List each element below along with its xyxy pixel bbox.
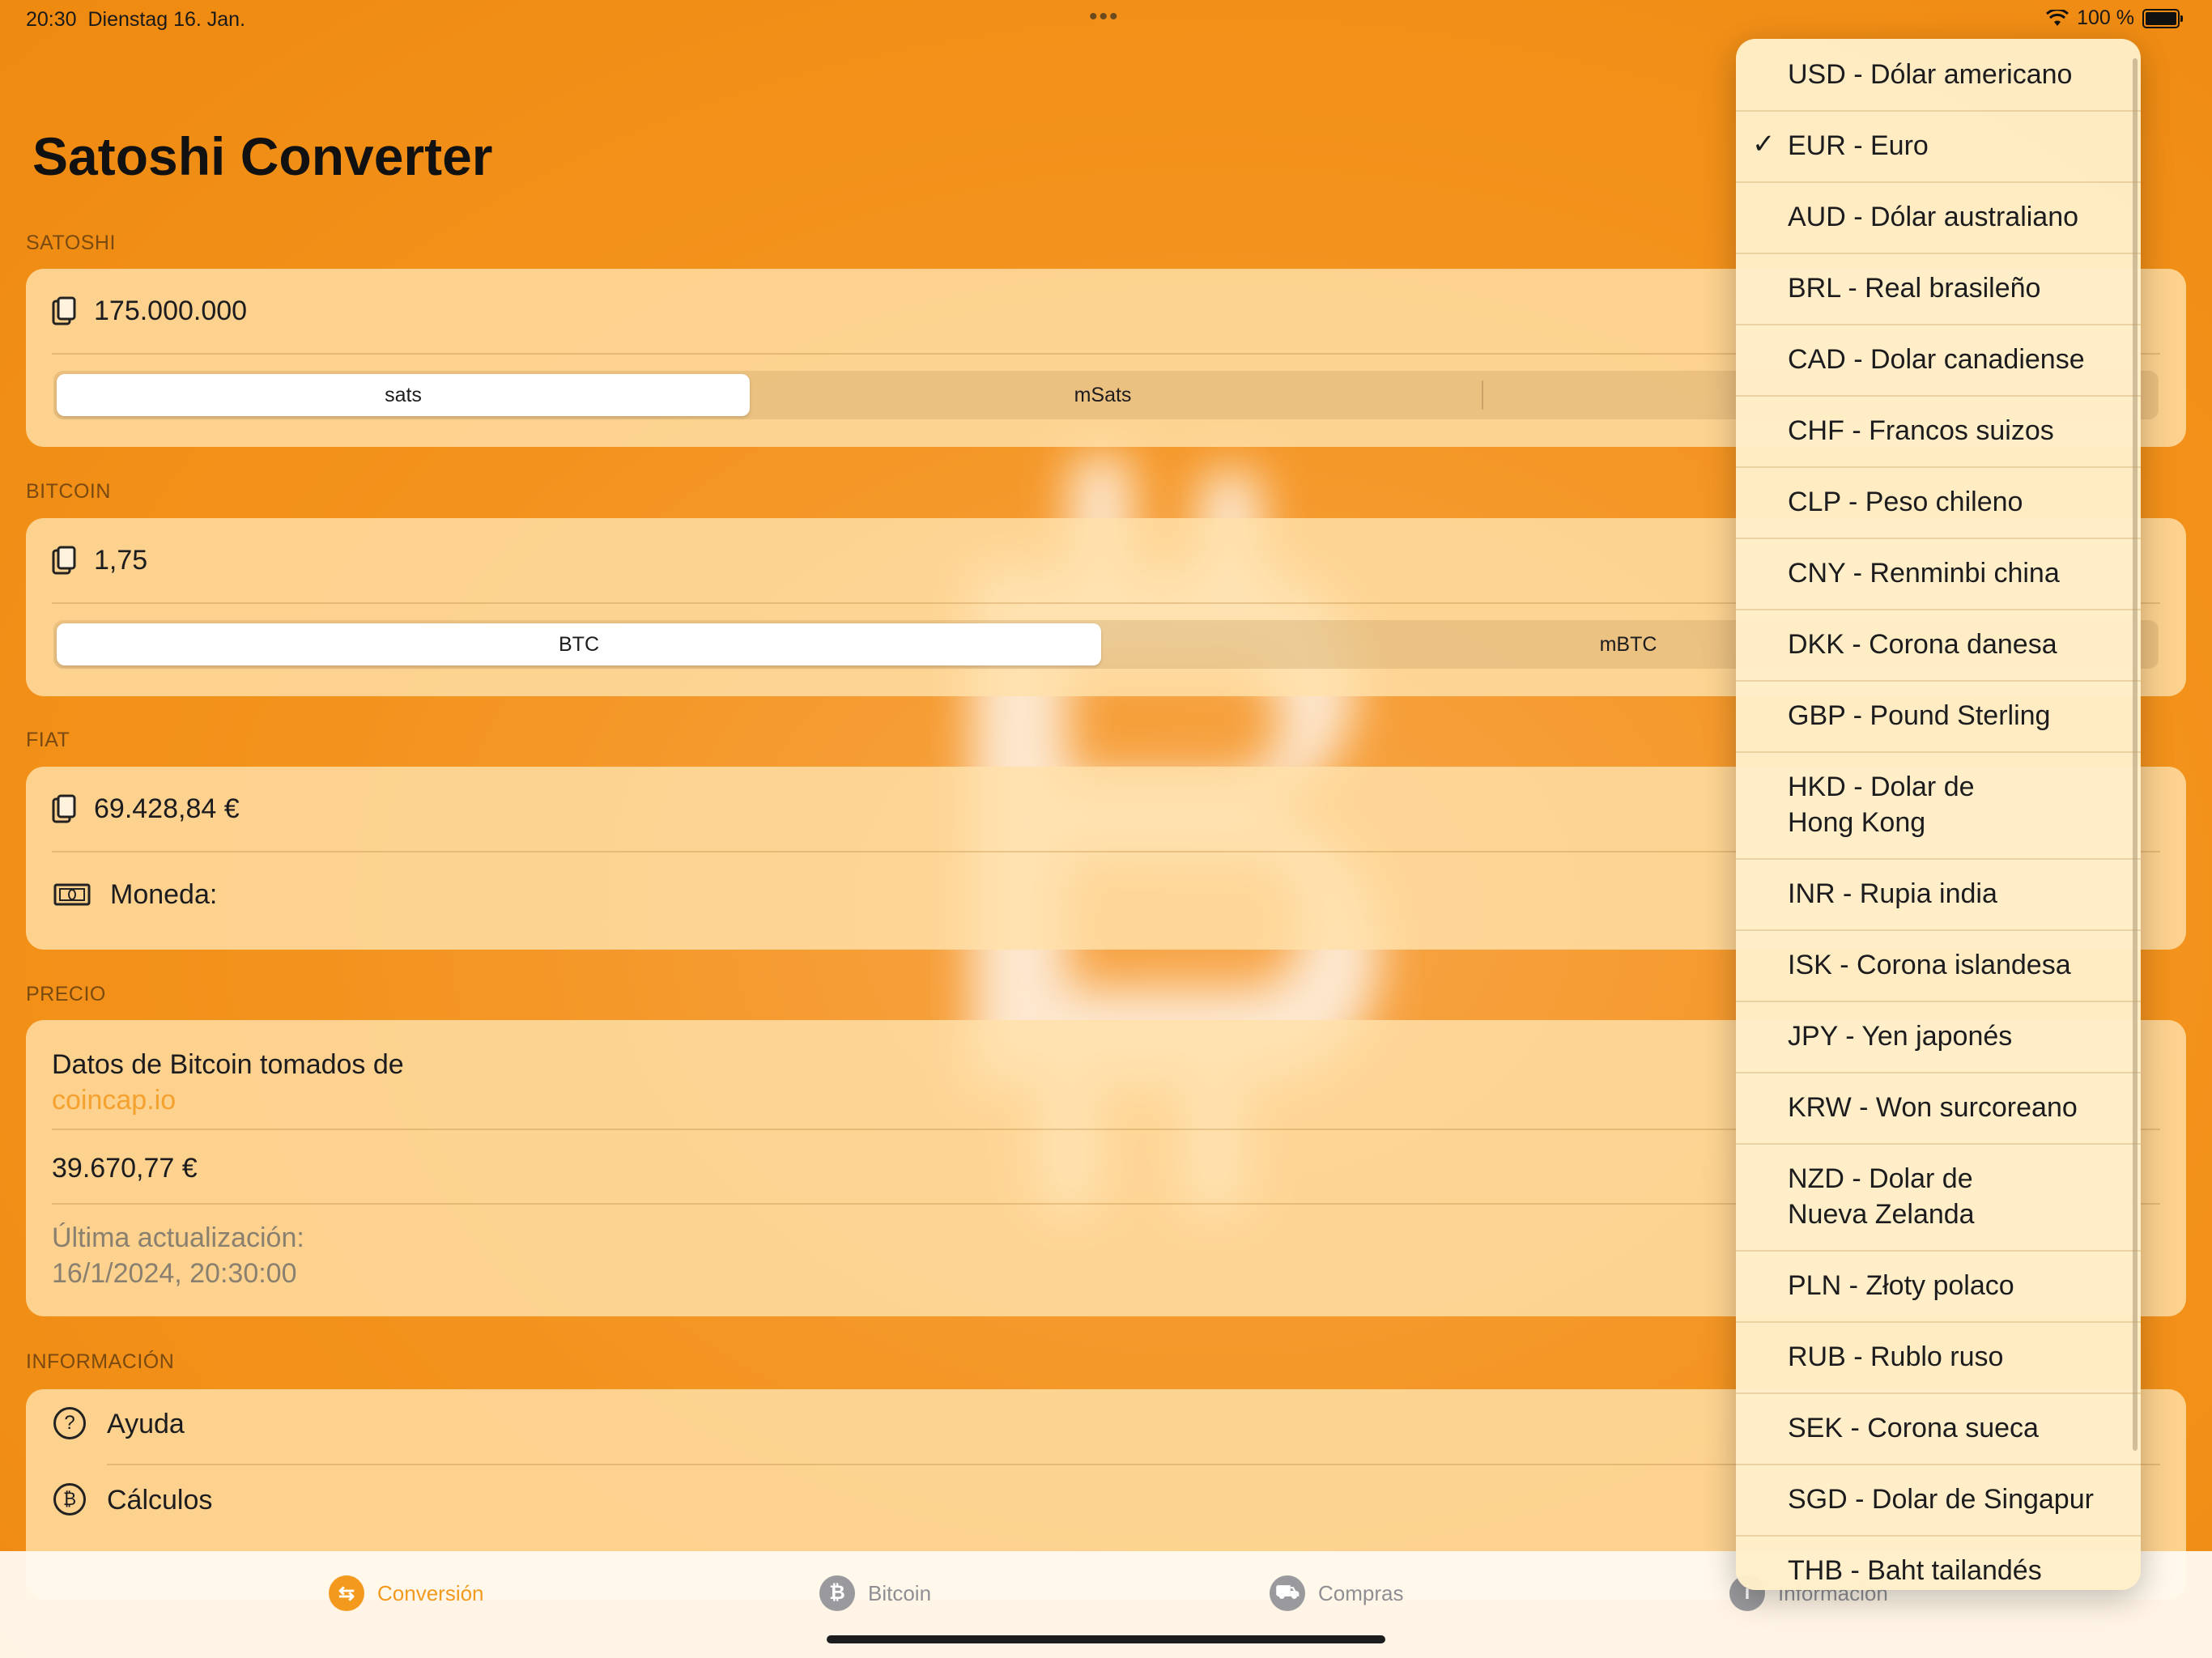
info-item-label: Ayuda — [107, 1409, 185, 1439]
paste-icon[interactable] — [52, 296, 76, 325]
menu-item-eur[interactable]: ✓ EUR - Euro — [1736, 110, 2141, 183]
section-label-fiat: FIAT — [26, 729, 70, 751]
bitcoin-icon: ₿ — [819, 1575, 855, 1611]
page-title: Satoshi Converter — [32, 126, 493, 186]
tab-bitcoin[interactable]: ₿ Bitcoin — [819, 1575, 931, 1611]
status-bar: 20:30 Dienstag 16. Jan. ••• 100 % — [0, 0, 2212, 37]
menu-item-brl[interactable]: BRL - Real brasileño — [1736, 253, 2141, 325]
menu-item-label: USD - Dólar americano — [1788, 59, 2073, 90]
menu-item-usd[interactable]: USD - Dólar americano — [1736, 39, 2141, 112]
menu-item-label: CNY - Renminbi china — [1788, 558, 2060, 589]
menu-item-sek[interactable]: SEK - Corona sueca — [1736, 1392, 2141, 1465]
multitasking-dots-icon[interactable]: ••• — [1089, 3, 1120, 31]
currency-menu[interactable]: USD - Dólar americano ✓ EUR - Euro AUD - Dó… — [1736, 39, 2141, 1590]
satoshi-value[interactable]: 175.000.000 — [94, 295, 247, 327]
menu-item-label: THB - Baht tailandés — [1788, 1555, 2042, 1586]
section-label-bitcoin: BITCOIN — [26, 480, 111, 503]
menu-item-label: INR - Rupia india — [1788, 878, 1997, 909]
question-circle-icon: ? — [53, 1407, 86, 1439]
menu-item-gbp[interactable]: GBP - Pound Sterling — [1736, 680, 2141, 753]
menu-item-label: GBP - Pound Sterling — [1788, 700, 2051, 731]
menu-item-label: JPY - Yen japonés — [1788, 1021, 2013, 1052]
tab-label: Compras — [1318, 1580, 1404, 1605]
paste-icon[interactable] — [52, 794, 76, 823]
menu-item-pln[interactable]: PLN - Złoty polaco — [1736, 1250, 2141, 1323]
menu-item-clp[interactable]: CLP - Peso chileno — [1736, 466, 2141, 539]
menu-item-dkk[interactable]: DKK - Corona danesa — [1736, 609, 2141, 682]
menu-item-isk[interactable]: ISK - Corona islandesa — [1736, 929, 2141, 1002]
menu-item-label: NZD - Dolar de Nueva Zelanda — [1788, 1163, 1975, 1230]
status-time: 20:30 Dienstag 16. Jan. — [26, 8, 246, 31]
bitcoin-circle-icon: ₿ — [53, 1483, 86, 1516]
menu-item-krw[interactable]: KRW - Won surcoreano — [1736, 1072, 2141, 1145]
menu-item-label: HKD - Dolar de Hong Kong — [1788, 772, 1975, 838]
tab-label: Bitcoin — [868, 1580, 932, 1605]
price-source-text: Datos de Bitcoin tomados de — [52, 1049, 404, 1080]
menu-item-sgd[interactable]: SGD - Dolar de Singapur — [1736, 1464, 2141, 1537]
menu-item-label: KRW - Won surcoreano — [1788, 1092, 2078, 1123]
info-item-label: Cálculos — [107, 1485, 213, 1516]
btc-price-value: 39.670,77 € — [52, 1153, 198, 1184]
menu-item-label: CAD - Dolar canadiense — [1788, 344, 2085, 375]
menu-item-jpy[interactable]: JPY - Yen japonés — [1736, 1001, 2141, 1073]
tab-label: Conversión — [377, 1580, 484, 1605]
currency-label: Moneda: — [110, 878, 218, 910]
section-label-price: PRECIO — [26, 983, 106, 1005]
section-label-info: INFORMACIÓN — [26, 1350, 175, 1373]
fiat-value[interactable]: 69.428,84 € — [94, 793, 240, 825]
battery-percent: 100 % — [2077, 6, 2134, 29]
last-update-value: 16/1/2024, 20:30:00 — [52, 1258, 297, 1289]
battery-icon — [2142, 8, 2183, 28]
segment-separator — [1482, 380, 1483, 410]
wifi-icon — [2046, 9, 2069, 26]
coincap-link[interactable]: coincap.io — [52, 1085, 176, 1116]
menu-item-label: CHF - Francos suizos — [1788, 415, 2054, 446]
menu-item-chf[interactable]: CHF - Francos suizos — [1736, 395, 2141, 468]
menu-item-rub[interactable]: RUB - Rublo ruso — [1736, 1321, 2141, 1394]
cart-icon: ⛟ — [1270, 1575, 1305, 1611]
last-update-label: Última actualización: — [52, 1222, 304, 1253]
segment-btc[interactable]: BTC — [57, 623, 1101, 665]
menu-item-cad[interactable]: CAD - Dolar canadiense — [1736, 324, 2141, 397]
menu-item-hkd[interactable]: HKD - Dolar de Hong Kong — [1736, 751, 2141, 860]
menu-item-label: DKK - Corona danesa — [1788, 629, 2057, 660]
menu-item-inr[interactable]: INR - Rupia india — [1736, 858, 2141, 931]
menu-item-label: SEK - Corona sueca — [1788, 1413, 2039, 1443]
menu-item-label: AUD - Dólar australiano — [1788, 202, 2079, 232]
bitcoin-value[interactable]: 1,75 — [94, 545, 147, 576]
segment-sats[interactable]: sats — [57, 374, 750, 416]
home-indicator — [827, 1635, 1385, 1643]
status-right: 100 % — [2046, 6, 2183, 30]
menu-item-label: CLP - Peso chileno — [1788, 487, 2023, 517]
swap-arrows-icon: ⇆ — [329, 1575, 364, 1611]
tab-purchases[interactable]: ⛟ Compras — [1270, 1575, 1403, 1611]
segment-msats[interactable]: mSats — [755, 374, 1451, 416]
menu-item-label: EUR - Euro — [1788, 130, 1929, 161]
menu-item-thb[interactable]: THB - Baht tailandés — [1736, 1535, 2141, 1590]
menu-item-label: SGD - Dolar de Singapur — [1788, 1484, 2094, 1515]
menu-item-cny[interactable]: CNY - Renminbi china — [1736, 538, 2141, 610]
section-label-satoshi: SATOSHI — [26, 232, 116, 254]
menu-item-label: BRL - Real brasileño — [1788, 273, 2041, 304]
tab-conversion[interactable]: ⇆ Conversión — [329, 1575, 484, 1611]
menu-item-label: RUB - Rublo ruso — [1788, 1341, 2004, 1372]
paste-icon[interactable] — [52, 546, 76, 575]
menu-item-label: PLN - Złoty polaco — [1788, 1270, 2014, 1301]
menu-item-label: ISK - Corona islandesa — [1788, 950, 2071, 980]
checkmark-icon: ✓ — [1752, 129, 1776, 159]
menu-item-nzd[interactable]: NZD - Dolar de Nueva Zelanda — [1736, 1143, 2141, 1252]
menu-item-aud[interactable]: AUD - Dólar australiano — [1736, 181, 2141, 254]
banknote-icon — [53, 883, 91, 906]
